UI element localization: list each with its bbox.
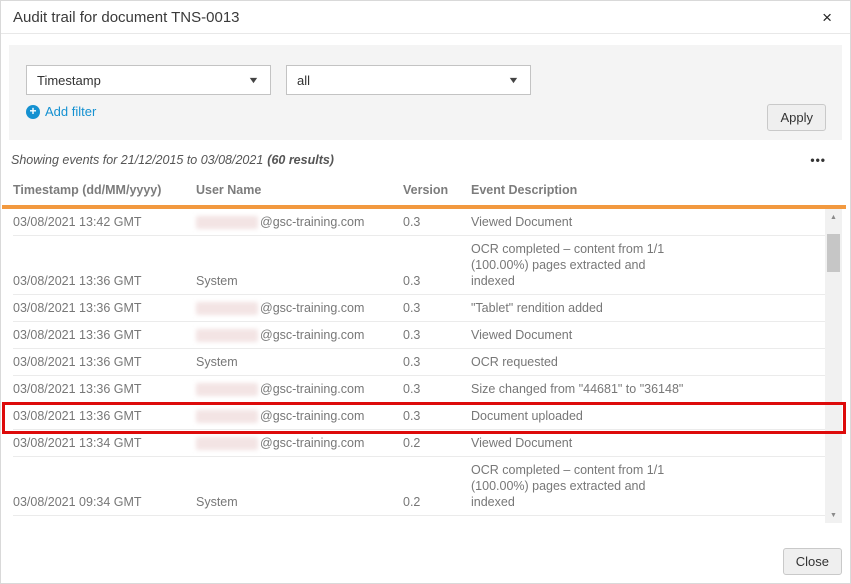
cell-version: 0.3 bbox=[403, 273, 471, 289]
table-row: 03/08/2021 13:36 GMT @gsc-training.com 0… bbox=[13, 403, 825, 430]
dialog-footer: Close bbox=[783, 548, 842, 575]
column-header-timestamp: Timestamp (dd/MM/yyyy) bbox=[13, 183, 196, 197]
table-row: 03/08/2021 13:42 GMT @gsc-training.com 0… bbox=[13, 209, 825, 236]
audit-table: Timestamp (dd/MM/yyyy) User Name Version… bbox=[1, 177, 850, 523]
results-row: Showing events for 21/12/2015 to 03/08/2… bbox=[11, 153, 826, 167]
cell-description: Document uploaded bbox=[471, 408, 686, 424]
cell-timestamp: 03/08/2021 13:34 GMT bbox=[13, 435, 196, 451]
table-row: 03/08/2021 13:36 GMT @gsc-training.com 0… bbox=[13, 322, 825, 349]
cell-username: System bbox=[196, 354, 403, 370]
cell-timestamp: 03/08/2021 13:36 GMT bbox=[13, 327, 196, 343]
cell-timestamp: 03/08/2021 13:36 GMT bbox=[13, 354, 196, 370]
scroll-down-icon[interactable]: ▼ bbox=[825, 507, 842, 523]
table-row: 03/08/2021 13:34 GMT @gsc-training.com 0… bbox=[13, 430, 825, 457]
table-header: Timestamp (dd/MM/yyyy) User Name Version… bbox=[13, 177, 840, 205]
scrollbar-thumb[interactable] bbox=[827, 234, 840, 272]
table-rows-viewport: 03/08/2021 13:42 GMT @gsc-training.com 0… bbox=[13, 209, 825, 523]
cell-username: @gsc-training.com bbox=[196, 327, 403, 343]
table-row: 03/08/2021 13:36 GMT @gsc-training.com 0… bbox=[13, 295, 825, 322]
cell-timestamp: 03/08/2021 13:36 GMT bbox=[13, 273, 196, 289]
close-button[interactable]: Close bbox=[783, 548, 842, 575]
cell-description: OCR completed – content from 1/1 (100.00… bbox=[471, 462, 686, 510]
cell-description: Viewed Document bbox=[471, 435, 686, 451]
redacted-username bbox=[196, 383, 258, 396]
chevron-down-icon: ▼ bbox=[507, 75, 519, 85]
table-scrollbar[interactable]: ▲ ▼ bbox=[825, 209, 842, 523]
redacted-username bbox=[196, 302, 258, 315]
cell-version: 0.3 bbox=[403, 327, 471, 343]
column-header-event-description: Event Description bbox=[471, 183, 840, 197]
cell-username: @gsc-training.com bbox=[196, 214, 403, 230]
cell-version: 0.2 bbox=[403, 435, 471, 451]
table-row: 03/08/2021 09:34 GMT System 0.2 OCR comp… bbox=[13, 457, 825, 516]
close-icon[interactable]: × bbox=[818, 7, 836, 28]
cell-username: @gsc-training.com bbox=[196, 408, 403, 424]
cell-timestamp: 03/08/2021 13:42 GMT bbox=[13, 214, 196, 230]
add-filter-label: Add filter bbox=[45, 104, 96, 119]
cell-description: OCR requested bbox=[471, 354, 686, 370]
redacted-username bbox=[196, 329, 258, 342]
apply-button[interactable]: Apply bbox=[767, 104, 826, 131]
cell-timestamp: 03/08/2021 13:36 GMT bbox=[13, 300, 196, 316]
cell-version: 0.3 bbox=[403, 408, 471, 424]
cell-username: System bbox=[196, 494, 403, 510]
filter-panel: Timestamp ▼ all ▼ + Add filter Apply bbox=[9, 45, 842, 140]
cell-version: 0.3 bbox=[403, 381, 471, 397]
cell-username: @gsc-training.com bbox=[196, 435, 403, 451]
redacted-username bbox=[196, 437, 258, 450]
audit-trail-dialog: Audit trail for document TNS-0013 × Time… bbox=[0, 0, 851, 584]
filter-field-dropdown[interactable]: Timestamp ▼ bbox=[26, 65, 271, 95]
column-header-version: Version bbox=[403, 183, 471, 197]
cell-description: Size changed from "44681" to "36148" bbox=[471, 381, 686, 397]
more-options-icon[interactable]: ••• bbox=[810, 154, 826, 166]
filter-value-dropdown[interactable]: all ▼ bbox=[286, 65, 531, 95]
table-row: 03/08/2021 13:36 GMT System 0.3 OCR requ… bbox=[13, 349, 825, 376]
filter-value-selected-value: all bbox=[297, 73, 310, 88]
table-row: 03/08/2021 13:36 GMT System 0.3 OCR comp… bbox=[13, 236, 825, 295]
chevron-down-icon: ▼ bbox=[247, 75, 259, 85]
cell-username: System bbox=[196, 273, 403, 289]
cell-version: 0.2 bbox=[403, 494, 471, 510]
cell-version: 0.3 bbox=[403, 354, 471, 370]
cell-description: OCR completed – content from 1/1 (100.00… bbox=[471, 241, 686, 289]
redacted-username bbox=[196, 410, 258, 423]
cell-description: "Tablet" rendition added bbox=[471, 300, 686, 316]
results-summary-text: Showing events for 21/12/2015 to 03/08/2… bbox=[11, 153, 263, 167]
scroll-up-icon[interactable]: ▲ bbox=[825, 209, 842, 225]
cell-description: Viewed Document bbox=[471, 327, 686, 343]
dialog-titlebar: Audit trail for document TNS-0013 × bbox=[1, 1, 850, 34]
cell-username: @gsc-training.com bbox=[196, 381, 403, 397]
cell-username: @gsc-training.com bbox=[196, 300, 403, 316]
cell-timestamp: 03/08/2021 09:34 GMT bbox=[13, 494, 196, 510]
table-row: 03/08/2021 13:36 GMT @gsc-training.com 0… bbox=[13, 376, 825, 403]
redacted-username bbox=[196, 216, 258, 229]
cell-version: 0.3 bbox=[403, 300, 471, 316]
cell-description: Viewed Document bbox=[471, 214, 686, 230]
cell-timestamp: 03/08/2021 13:36 GMT bbox=[13, 408, 196, 424]
plus-icon: + bbox=[26, 105, 40, 119]
cell-timestamp: 03/08/2021 13:36 GMT bbox=[13, 381, 196, 397]
add-filter-link[interactable]: + Add filter bbox=[26, 104, 96, 119]
results-summary: Showing events for 21/12/2015 to 03/08/2… bbox=[11, 153, 334, 167]
filter-field-selected-value: Timestamp bbox=[37, 73, 101, 88]
results-count: (60 results) bbox=[267, 153, 334, 167]
cell-version: 0.3 bbox=[403, 214, 471, 230]
dialog-title: Audit trail for document TNS-0013 bbox=[13, 9, 240, 26]
column-header-username: User Name bbox=[196, 183, 403, 197]
